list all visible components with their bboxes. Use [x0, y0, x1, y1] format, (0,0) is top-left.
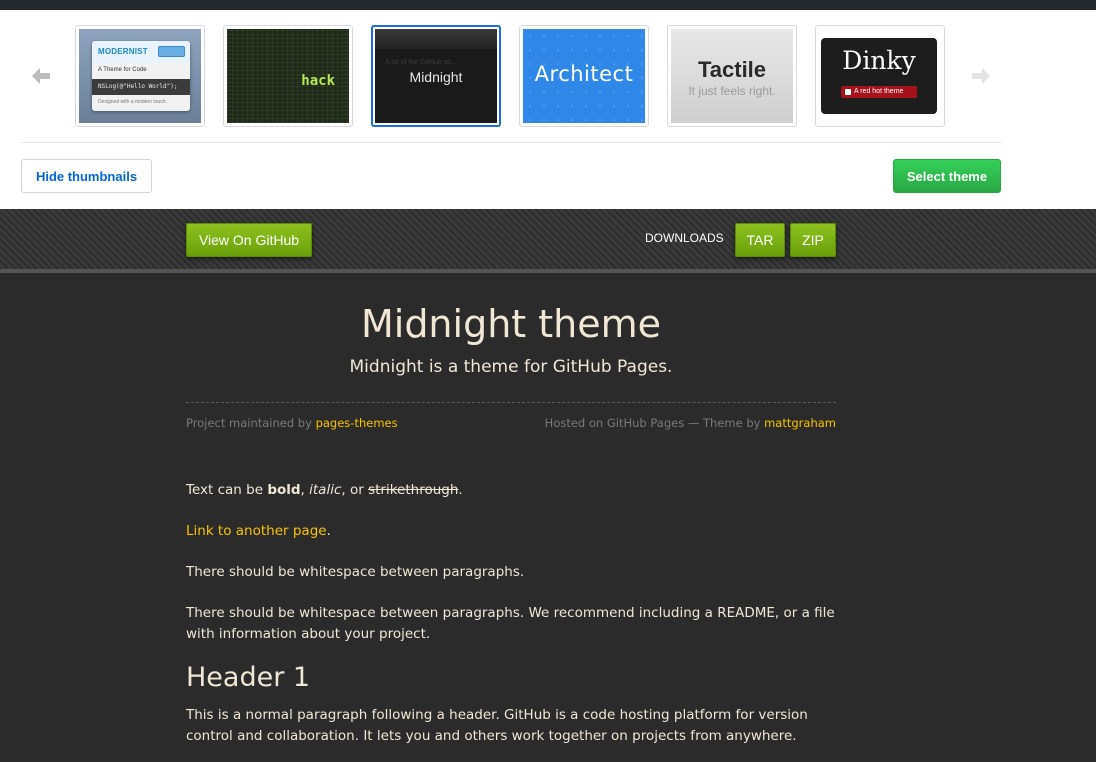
hosted-on: Hosted on GitHub Pages — Theme by mattgr… — [545, 416, 836, 430]
thumbnail-tactile[interactable]: Tactile It just feels right. — [667, 25, 797, 127]
another-page-link[interactable]: Link to another page — [186, 523, 327, 539]
page-subtitle: Midnight is a theme for GitHub Pages. — [349, 357, 673, 377]
thumbnail-architect[interactable]: Architect — [519, 25, 649, 127]
dinky-badge: A red hot theme — [841, 86, 917, 98]
github-octocat-icon — [845, 89, 851, 95]
modernist-pill — [158, 46, 185, 57]
top-bar — [0, 0, 1096, 10]
paragraph-formatting: Text can be bold, italic, or strikethrou… — [186, 480, 836, 501]
title-divider — [186, 402, 836, 403]
header-1: Header 1 — [186, 662, 311, 693]
text-bold: bold — [267, 482, 301, 498]
text-sep: , — [300, 482, 310, 498]
dinky-label: Dinky — [842, 46, 916, 75]
text-end: . — [458, 482, 463, 498]
picker-divider — [21, 142, 1001, 143]
page-title: Midnight theme — [360, 302, 662, 346]
hosted-prefix: Hosted on GitHub Pages — Theme by — [544, 416, 765, 430]
hacker-label: hack — [301, 73, 335, 89]
paragraph-whitespace: There should be whitespace between parag… — [186, 564, 525, 580]
hacker-preview: hack — [227, 29, 349, 123]
architect-label: Architect — [534, 62, 634, 86]
thumbnail-midnight[interactable]: A lot of the GitHub sp... Midnight — [371, 25, 501, 127]
downloads-label: DOWNLOADS — [645, 231, 724, 245]
modernist-logo: MODERNIST — [98, 47, 148, 56]
select-theme-button[interactable]: Select theme — [893, 159, 1001, 193]
dinky-preview: Dinky A red hot theme — [819, 29, 941, 123]
architect-preview: Architect — [523, 29, 645, 123]
text-end: . — [326, 523, 331, 539]
view-on-github-button[interactable]: View On GitHub — [186, 223, 312, 257]
thumbnail-dinky[interactable]: Dinky A red hot theme — [815, 25, 945, 127]
previous-arrow-icon[interactable] — [30, 66, 52, 86]
midnight-label: Midnight — [409, 69, 463, 85]
next-arrow-icon[interactable] — [970, 66, 992, 86]
maintainer-link[interactable]: pages-themes — [316, 416, 398, 430]
site-header — [0, 209, 1096, 273]
text-strikethrough: strikethrough — [368, 482, 459, 498]
paragraph-link: Link to another page. — [186, 521, 836, 542]
text-sep: , or — [341, 482, 369, 498]
text-italic: italic — [309, 482, 342, 498]
thumbnail-modernist[interactable]: MODERNIST A Theme for Code NSLog(@"Hello… — [75, 25, 205, 127]
theme-picker: MODERNIST A Theme for Code NSLog(@"Hello… — [0, 10, 1096, 209]
download-zip-button[interactable]: ZIP — [790, 223, 836, 257]
paragraph-after-header: This is a normal paragraph following a h… — [186, 707, 808, 744]
modernist-code: NSLog(@"Hello World"); — [98, 83, 178, 90]
tactile-preview: Tactile It just feels right. — [671, 29, 793, 123]
download-tar-button[interactable]: TAR — [735, 223, 785, 257]
midnight-ghost-text: A lot of the GitHub sp... — [385, 59, 457, 66]
tactile-sublabel: It just feels right. — [688, 84, 776, 98]
theme-author-link[interactable]: mattgraham — [764, 416, 836, 430]
modernist-footer: Designed with a modern touch. — [98, 99, 167, 105]
text-plain: Text can be — [186, 482, 268, 498]
maintained-by: Project maintained by pages-themes — [186, 416, 398, 430]
maintained-prefix: Project maintained by — [186, 416, 316, 430]
modernist-preview: MODERNIST A Theme for Code NSLog(@"Hello… — [79, 29, 201, 123]
hide-thumbnails-button[interactable]: Hide thumbnails — [21, 159, 152, 193]
midnight-preview: A lot of the GitHub sp... Midnight — [375, 29, 497, 123]
dinky-badge-text: A red hot theme — [854, 88, 904, 95]
tactile-label: Tactile — [697, 57, 767, 82]
paragraph-readme: There should be whitespace between parag… — [186, 605, 835, 642]
thumbnail-hacker[interactable]: hack — [223, 25, 353, 127]
modernist-tagline: A Theme for Code — [98, 67, 147, 73]
